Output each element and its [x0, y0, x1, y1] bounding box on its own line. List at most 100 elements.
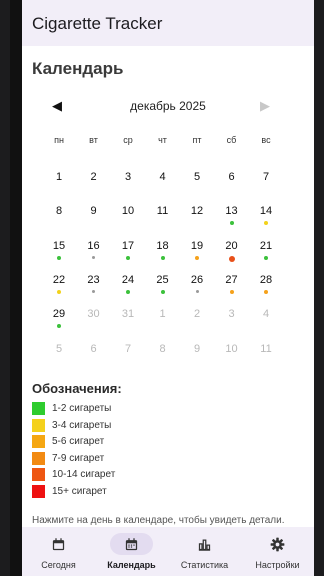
legend-label: 15+ сигарет [52, 486, 107, 497]
calendar-day[interactable]: 29 [42, 307, 76, 337]
calendar-day[interactable]: 22 [42, 273, 76, 303]
day-number: 17 [121, 239, 135, 252]
calendar-day[interactable]: 19 [180, 239, 214, 269]
calendar-day[interactable]: 12 [180, 204, 214, 234]
calendar-day[interactable]: 8 [42, 204, 76, 234]
calendar-day[interactable]: 5 [180, 170, 214, 200]
day-number: 12 [190, 205, 204, 218]
calendar-day[interactable]: 6 [215, 170, 249, 200]
day-number: 5 [193, 171, 201, 183]
calendar-day-outside-month: 1 [146, 307, 180, 337]
legend-label: 3-4 сигареты [52, 419, 112, 431]
day-indicator-dot [264, 255, 268, 260]
calendar-day[interactable]: 18 [146, 239, 180, 269]
calendar-day[interactable]: 3 [111, 170, 145, 200]
weekday-label: вт [89, 135, 98, 145]
day-indicator-dot [57, 324, 61, 329]
calendar-day[interactable]: 21 [249, 239, 283, 269]
day-number: 26 [190, 273, 204, 286]
calendar-day[interactable]: 24 [111, 273, 145, 303]
calendar-day[interactable]: 13 [215, 204, 249, 234]
weekday-label: пн [54, 135, 64, 145]
calendar-day[interactable]: 10 [111, 204, 145, 234]
day-number: 11 [156, 205, 169, 218]
calendar-day[interactable]: 26 [180, 273, 214, 303]
legend-label: 1-2 сигареты [52, 403, 112, 414]
day-number: 9 [90, 205, 97, 218]
nav-item-settings[interactable]: Настройки [241, 527, 314, 576]
calendar-day-outside-month: 2 [180, 307, 214, 337]
day-indicator-dot [264, 289, 268, 294]
calendar-day-outside-month: 7 [111, 342, 145, 372]
day-indicator-dot [126, 255, 130, 260]
day-number: 27 [225, 273, 238, 286]
calendar-day-outside-month: 6 [77, 342, 111, 372]
calendar-day[interactable]: 16 [77, 239, 111, 269]
page-title: Календарь [32, 59, 124, 78]
day-number: 3 [228, 308, 235, 321]
calendar-day[interactable]: 9 [77, 204, 111, 234]
calendar-day[interactable]: 28 [249, 273, 283, 303]
day-number: 10 [225, 342, 238, 355]
day-number: 7 [124, 342, 132, 355]
day-number: 5 [55, 342, 63, 355]
calendar-month-icon [125, 538, 138, 551]
legend-swatch [32, 435, 45, 449]
day-number: 2 [193, 308, 201, 321]
calendar-day[interactable]: 25 [146, 273, 180, 303]
calendar-day[interactable]: 17 [111, 239, 145, 269]
month-label: декабрь 2025 [130, 99, 206, 113]
day-number: 13 [225, 205, 238, 218]
day-indicator-dot [57, 255, 61, 260]
day-number: 28 [259, 273, 273, 286]
day-number: 25 [156, 273, 169, 286]
day-indicator-dot [92, 255, 95, 259]
weekday-label: вс [261, 135, 271, 145]
nav-label-calendar: Календарь [107, 560, 156, 570]
day-number: 6 [228, 171, 235, 183]
day-indicator-dot [229, 289, 234, 294]
nav-item-calendar[interactable]: Календарь [95, 527, 168, 576]
day-number: 2 [90, 171, 97, 183]
legend-swatch [32, 418, 45, 432]
day-indicator-dot [195, 289, 199, 293]
calendar-day[interactable]: 20 [215, 239, 249, 269]
phone-frame: Cigarette Tracker Календарь ◀ декабрь 20… [10, 0, 314, 576]
day-number: 8 [159, 342, 166, 355]
day-number: 23 [87, 273, 100, 286]
calendar-day[interactable]: 4 [146, 170, 180, 200]
day-number: 21 [259, 239, 273, 252]
day-number: 24 [121, 273, 135, 286]
day-number: 15 [52, 239, 66, 252]
calendar-day[interactable]: 27 [215, 273, 249, 303]
day-indicator-dot [160, 255, 165, 260]
calendar-day-outside-month: 4 [249, 307, 283, 337]
calendar-day[interactable]: 7 [249, 170, 283, 200]
day-number: 18 [156, 239, 169, 252]
calendar-day[interactable]: 2 [77, 170, 111, 200]
calendar-day[interactable]: 14 [249, 204, 283, 234]
calendar-day-outside-month: 5 [42, 342, 76, 372]
calendar-day-outside-month: 11 [249, 342, 283, 372]
calendar-day[interactable]: 11 [146, 204, 180, 234]
app-title: Cigarette Tracker [32, 14, 163, 33]
calendar-day[interactable]: 1 [42, 170, 76, 200]
calendar-day[interactable]: 23 [77, 273, 111, 303]
nav-item-statistics[interactable]: Статистика [168, 527, 241, 576]
nav-label-statistics: Статистика [180, 560, 229, 570]
nav-item-today[interactable]: Сегодня [22, 527, 95, 576]
calendar-day-outside-month: 8 [146, 342, 180, 372]
day-number: 4 [159, 171, 166, 183]
day-number: 4 [262, 308, 270, 321]
legend-swatch [32, 468, 45, 482]
day-indicator-dot [57, 289, 61, 294]
day-number: 7 [262, 171, 270, 183]
legend-title: Обозначения: [32, 381, 122, 396]
day-indicator-dot [228, 255, 235, 262]
weekday-label: ср [123, 135, 133, 145]
calendar-day-outside-month: 31 [111, 307, 145, 337]
legend-label: 10-14 сигарет [52, 469, 116, 481]
day-number: 14 [259, 205, 273, 218]
next-month-arrow-icon[interactable]: ▶ [260, 98, 270, 114]
calendar-day[interactable]: 15 [42, 239, 76, 269]
